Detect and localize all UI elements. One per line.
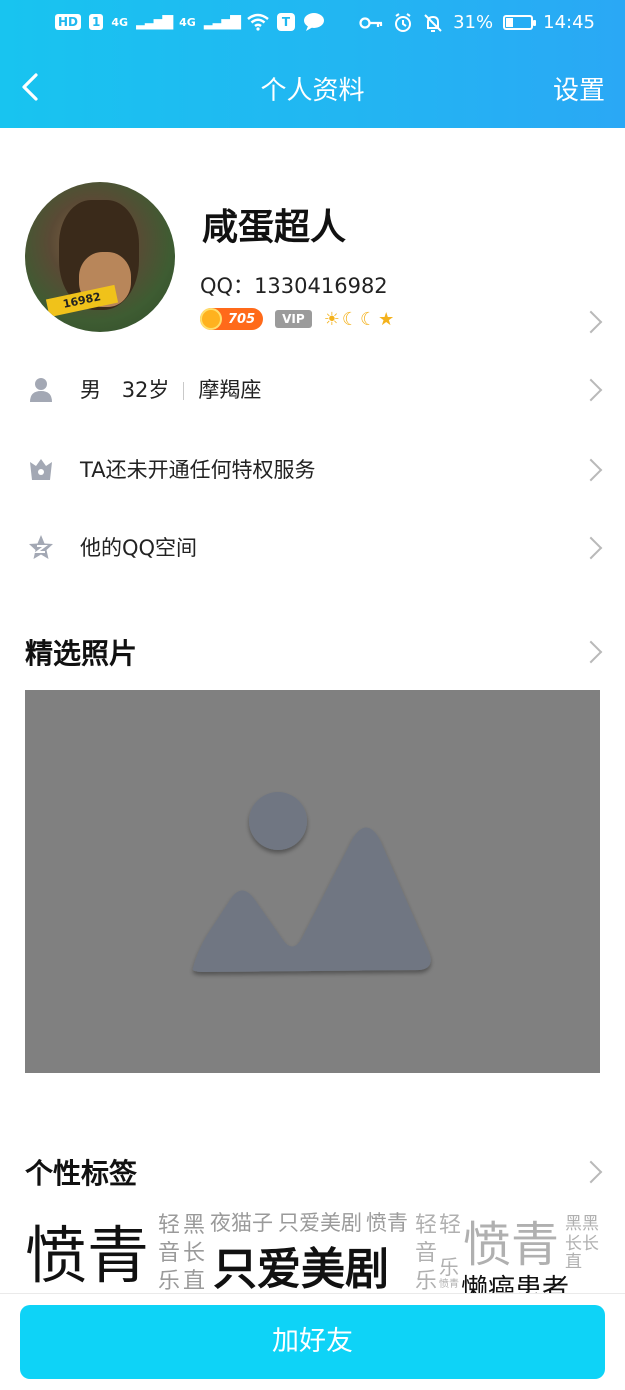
star-icon: ★ <box>378 308 395 330</box>
chevron-right-icon <box>579 378 603 402</box>
coin-icon <box>200 308 222 330</box>
message-icon <box>303 13 324 31</box>
tag: 愤青 <box>439 1279 459 1290</box>
chevron-right-icon[interactable] <box>579 640 603 664</box>
chevron-right-icon[interactable] <box>579 310 603 334</box>
image-placeholder-icon <box>192 792 431 972</box>
signal1-icon: ▂▃▅▇ <box>136 14 173 30</box>
mute-icon <box>424 13 442 32</box>
photos-section-title: 精选照片 <box>25 637 138 670</box>
nickname: 咸蛋超人 <box>202 207 347 248</box>
qzone-star-icon <box>29 535 53 559</box>
chevron-right-icon[interactable] <box>579 1160 603 1184</box>
row-privilege[interactable]: TA还未开通任何特权服务 <box>0 434 625 504</box>
signal2-label: 4G <box>179 15 196 29</box>
level-icons[interactable]: ☀ ☾ ☾ ★ <box>324 309 395 330</box>
status-bar: HD 1 4G ▂▃▅▇ 4G ▂▃▅▇ T 31% 14:45 <box>0 0 625 46</box>
clock: 14:45 <box>543 12 595 33</box>
wifi-icon <box>247 13 269 31</box>
tags-section-title: 个性标签 <box>25 1157 138 1190</box>
row-basic-info[interactable]: 男 32岁 摩羯座 <box>0 354 625 424</box>
person-icon <box>30 378 52 402</box>
moon-icon: ☾ <box>359 308 377 330</box>
page-title: 个人资料 <box>260 76 365 106</box>
tag: 愤青 <box>463 1217 560 1273</box>
tag-cloud[interactable]: 愤青 轻 黑 夜猫子 只爱美剧 愤青 轻 轻 愤青 黑 黑 音 长 只爱美剧 音… <box>25 1205 605 1295</box>
battery-percent: 31% <box>453 12 494 33</box>
age: 32岁 <box>121 378 170 402</box>
hd-chip: HD <box>55 14 82 30</box>
crown-icon <box>30 459 52 480</box>
tag: 直 <box>183 1269 206 1294</box>
vip-badge[interactable]: VIP <box>275 310 312 328</box>
tag: 只爱美剧 <box>213 1244 389 1295</box>
top-bar: HD 1 4G ▂▃▅▇ 4G ▂▃▅▇ T 31% 14:45 个人资料 设置 <box>0 0 625 128</box>
tag: 乐 <box>415 1269 438 1294</box>
divider <box>183 382 185 400</box>
settings-button[interactable]: 设置 <box>553 70 605 107</box>
bottom-bar: 加好友 <box>0 1293 625 1390</box>
sim-chip: 1 <box>89 14 104 30</box>
status-left: HD 1 4G ▂▃▅▇ 4G ▂▃▅▇ T <box>55 12 325 32</box>
tag: 愤青 <box>25 1219 150 1292</box>
tag: 长 <box>582 1234 599 1254</box>
qq-number: 1330416982 <box>254 274 388 298</box>
level-badge[interactable]: 705 <box>200 308 264 330</box>
signal1-label: 4G <box>111 15 129 29</box>
status-right: 31% 14:45 <box>359 12 595 33</box>
add-friend-button[interactable]: 加好友 <box>20 1305 605 1379</box>
tag: 懒癌患者 <box>461 1274 569 1295</box>
profile-header[interactable]: 16982 咸蛋超人 QQ：1330416982 705 VIP ☀ ☾ ☾ ★ <box>0 178 625 338</box>
star-sign: 摩羯座 <box>198 378 262 402</box>
signal2-icon: ▂▃▅▇ <box>203 14 241 30</box>
moon-icon: ☾ <box>341 308 358 330</box>
alarm-icon <box>395 12 412 32</box>
tag: 轻 <box>439 1213 462 1238</box>
tag: 乐 <box>158 1269 181 1294</box>
qzone-text: 他的QQ空间 <box>80 536 198 560</box>
privilege-text: TA还未开通任何特权服务 <box>80 458 316 482</box>
chevron-right-icon <box>579 536 603 560</box>
tim-app-icon: T <box>276 13 295 31</box>
badges: 705 VIP ☀ ☾ ☾ ★ <box>200 308 394 330</box>
level-value: 705 <box>228 311 256 327</box>
key-icon <box>359 16 383 29</box>
basic-info-text: 男 32岁 摩羯座 <box>80 374 261 404</box>
chevron-right-icon <box>579 458 603 482</box>
featured-photo-placeholder[interactable] <box>25 690 600 1073</box>
battery-icon <box>503 15 537 30</box>
gender: 男 <box>80 378 101 402</box>
row-qzone[interactable]: 他的QQ空间 <box>0 512 625 582</box>
qq-number-line: QQ：1330416982 <box>200 270 388 300</box>
sun-icon: ☀ <box>323 308 340 330</box>
qq-label: QQ： <box>200 274 255 298</box>
nav-bar: 个人资料 设置 <box>0 58 625 118</box>
avatar[interactable]: 16982 <box>25 182 175 332</box>
